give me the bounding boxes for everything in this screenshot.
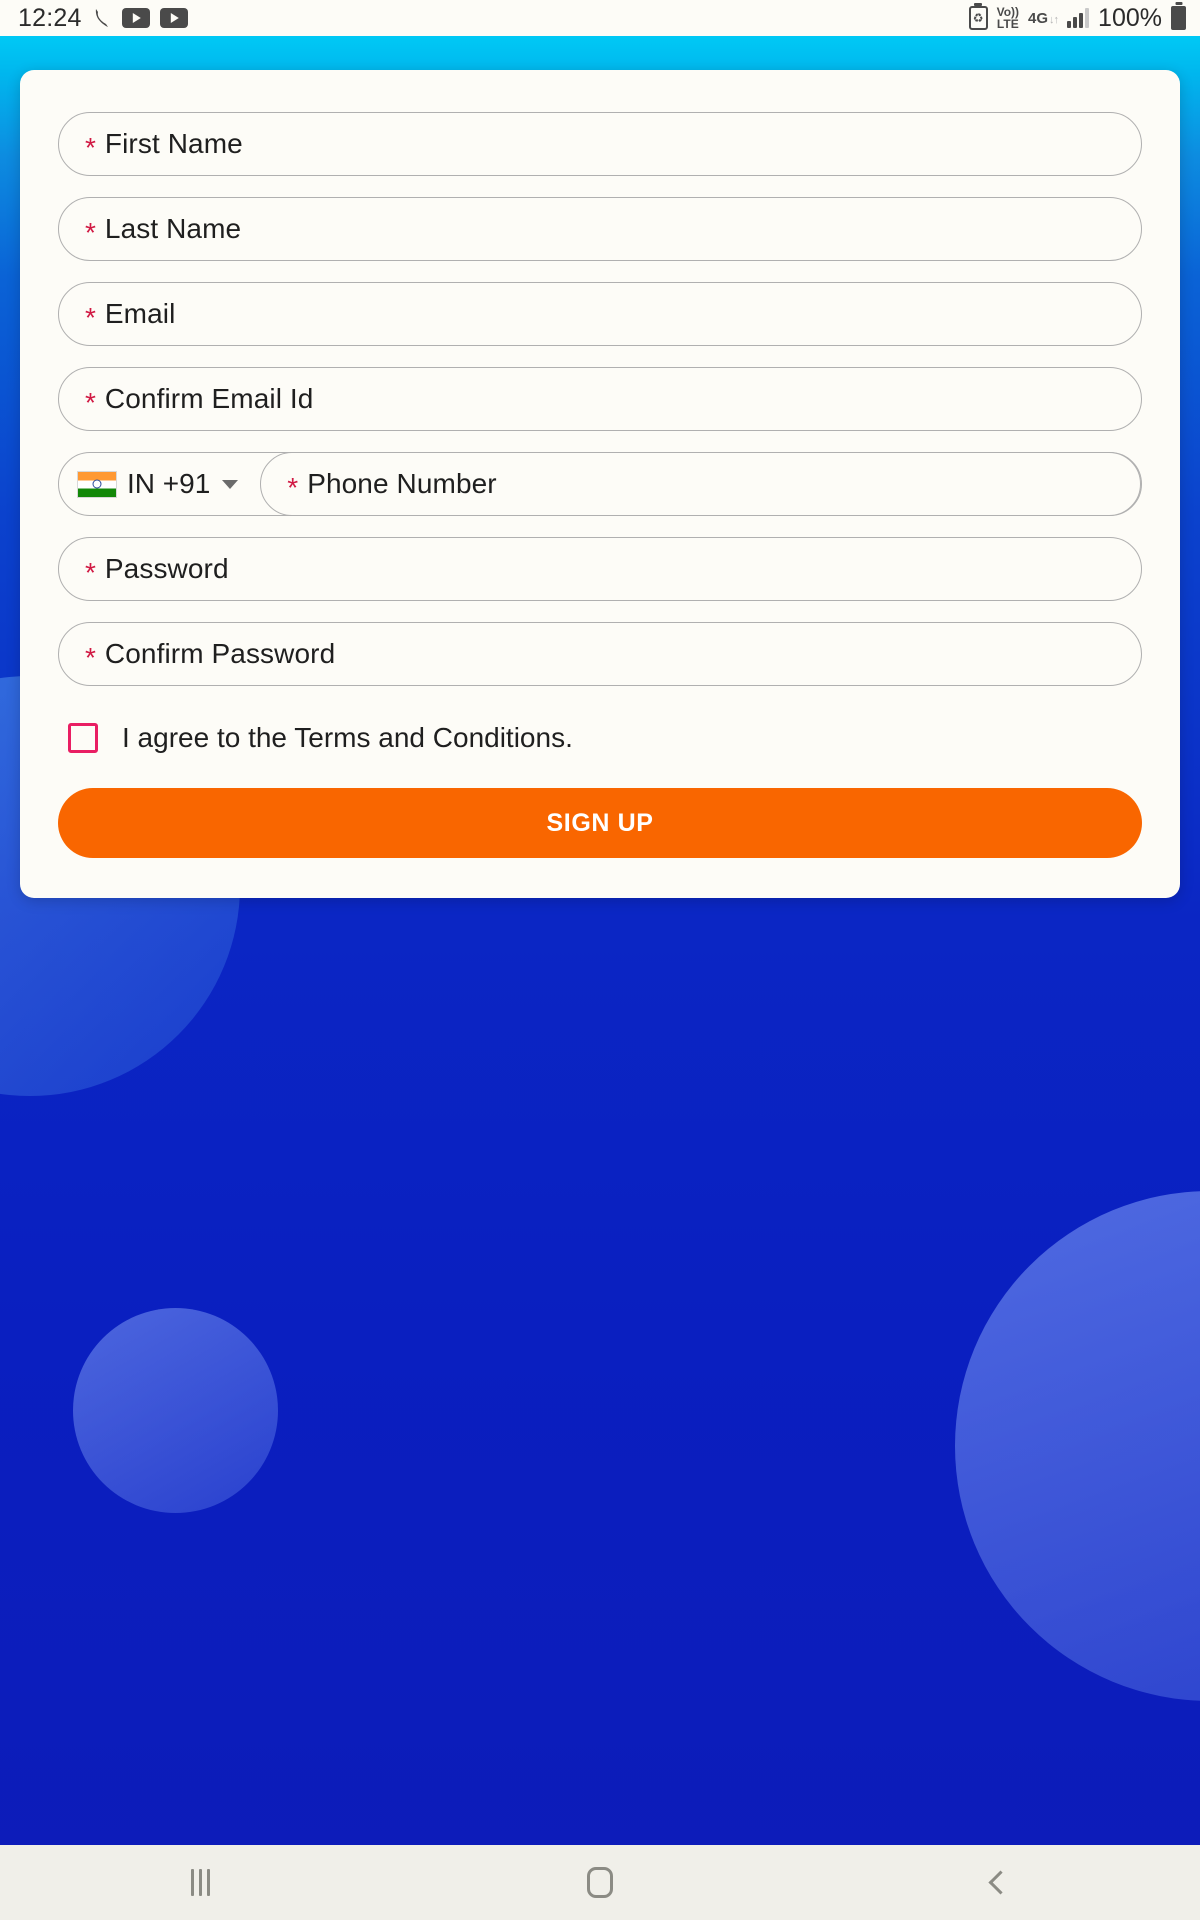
phone-number-label: Phone Number (307, 468, 497, 499)
chevron-down-icon[interactable] (222, 479, 239, 489)
required-asterisk: * (85, 642, 96, 673)
country-code-label: IN +91 (127, 468, 211, 499)
password-label: Password (104, 553, 229, 584)
confirm-password-label: Confirm Password (104, 638, 336, 669)
country-code-selector[interactable]: IN +91 (77, 453, 260, 515)
volte-line2: LTE (996, 17, 1019, 31)
required-asterisk: * (85, 132, 96, 163)
battery-percent: 100% (1098, 3, 1162, 32)
india-flag-icon (77, 470, 117, 498)
signal-bars-icon (1067, 8, 1090, 28)
battery-saver-icon: ♻ (968, 6, 988, 30)
recents-icon (190, 1869, 210, 1896)
battery-icon (1171, 6, 1186, 30)
status-bar-clock: 12:24 (18, 3, 82, 32)
call-icon (92, 6, 112, 30)
required-asterisk: * (85, 387, 96, 418)
signup-card: * First Name * Last Name * Email * Confi… (20, 70, 1180, 898)
home-icon (587, 1867, 613, 1898)
required-asterisk: * (85, 217, 96, 248)
last-name-label: Last Name (104, 213, 242, 244)
password-field[interactable]: * Password (58, 537, 1142, 601)
terms-checkbox[interactable] (68, 723, 98, 753)
terms-row: I agree to the Terms and Conditions. (58, 722, 1142, 754)
sign-up-button[interactable]: SIGN UP (58, 788, 1142, 858)
decorative-circle-bottom-left (73, 1308, 278, 1513)
first-name-field[interactable]: * First Name (58, 112, 1142, 176)
youtube-icon (121, 8, 150, 28)
youtube-icon (159, 8, 188, 28)
confirm-email-field[interactable]: * Confirm Email Id (58, 367, 1142, 431)
network-type-icon: 4G ↓↑ (1028, 9, 1059, 27)
email-label: Email (104, 298, 176, 329)
android-navigation-bar (0, 1845, 1200, 1920)
email-field[interactable]: * Email (58, 282, 1142, 346)
confirm-password-field[interactable]: * Confirm Password (58, 622, 1142, 686)
phone-number-row: IN +91 * Phone Number (58, 452, 1142, 516)
status-bar: 12:24 ♻ Vo)) LTE 4G ↓↑ 100% (0, 0, 1200, 36)
ashoka-chakra-icon (92, 479, 102, 489)
data-arrows-icon: ↓↑ (1049, 13, 1059, 26)
nav-recents-button[interactable] (0, 1845, 400, 1920)
network-type-label: 4G (1028, 9, 1049, 27)
confirm-email-label: Confirm Email Id (104, 383, 314, 414)
first-name-label: First Name (104, 128, 243, 159)
decorative-circle-bottom-right (955, 1191, 1200, 1701)
signup-screen: 12:24 ♻ Vo)) LTE 4G ↓↑ 100% * First Name… (0, 0, 1200, 1920)
required-asterisk: * (85, 557, 96, 588)
volte-icon: Vo)) LTE (997, 6, 1019, 30)
status-bar-right: ♻ Vo)) LTE 4G ↓↑ 100% (968, 3, 1186, 33)
back-icon (987, 1870, 1013, 1895)
status-bar-left: 12:24 (18, 4, 188, 33)
nav-back-button[interactable] (800, 1845, 1200, 1920)
last-name-field[interactable]: * Last Name (58, 197, 1142, 261)
required-asterisk: * (287, 472, 299, 503)
terms-label[interactable]: I agree to the Terms and Conditions. (122, 722, 573, 754)
required-asterisk: * (85, 302, 96, 333)
phone-number-field[interactable]: * Phone Number (260, 452, 1141, 516)
nav-home-button[interactable] (400, 1845, 800, 1920)
